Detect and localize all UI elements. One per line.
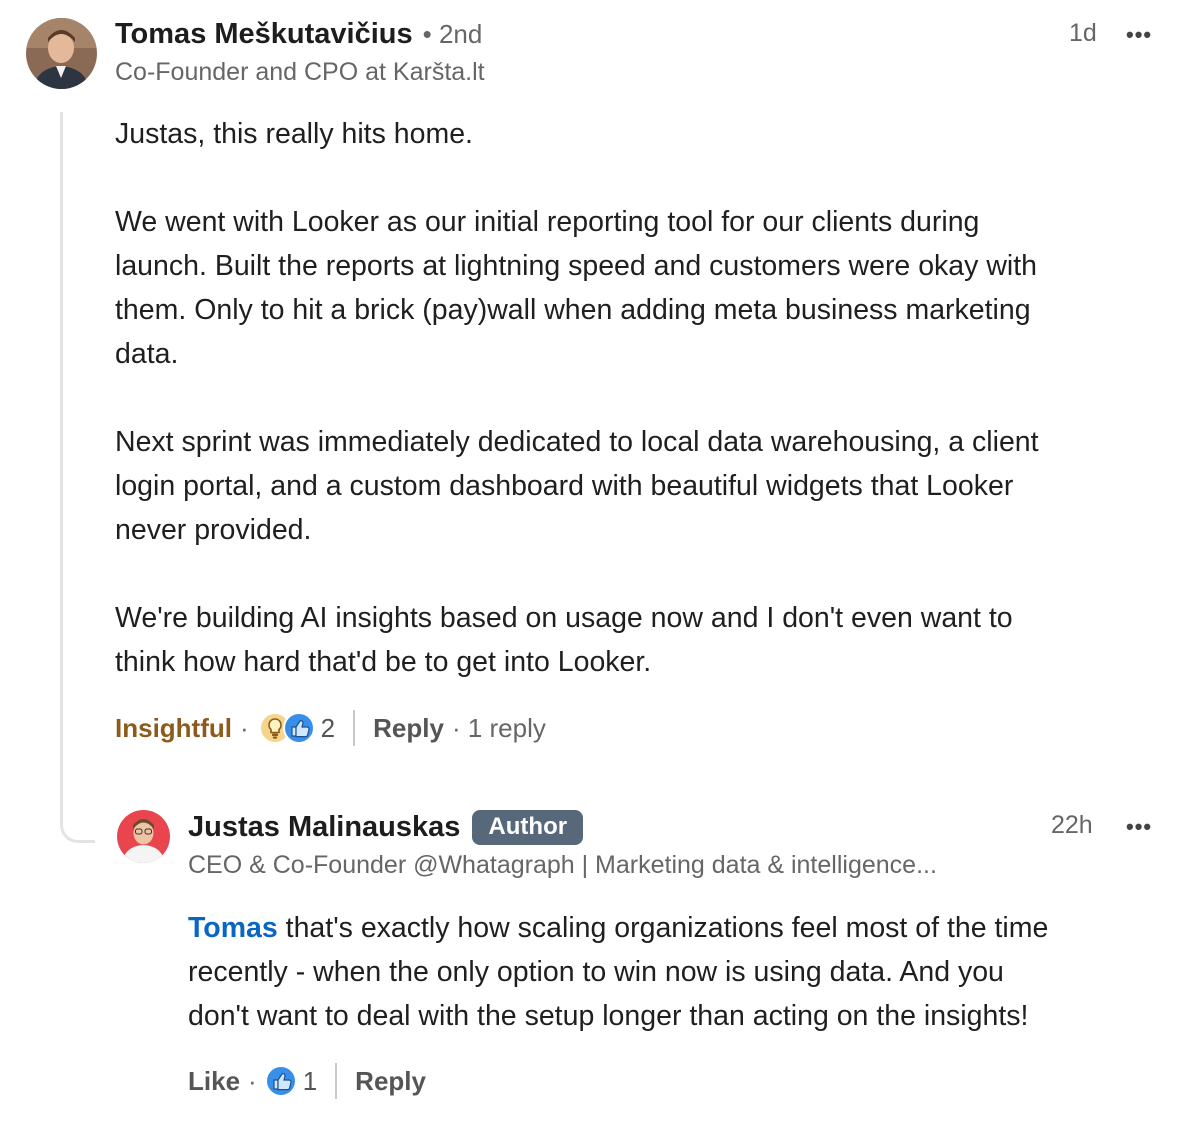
separator-dot: · xyxy=(248,1065,257,1096)
person-avatar-icon xyxy=(117,810,170,863)
like-button[interactable]: Like xyxy=(188,1066,240,1097)
reply-header: Justas Malinauskas Author xyxy=(188,810,584,845)
reply-author-name[interactable]: Justas Malinauskas xyxy=(188,811,460,844)
commenter-name[interactable]: Tomas Meškutavičius xyxy=(115,18,413,51)
reply-button[interactable]: Reply xyxy=(355,1066,426,1097)
reply-text: that's exactly how scaling organizations… xyxy=(277,912,1049,944)
comment-timestamp: 1d xyxy=(1069,19,1097,47)
mention-link[interactable]: Tomas xyxy=(188,912,278,944)
more-options-icon[interactable]: ••• xyxy=(1126,814,1152,840)
comment-line: We're building AI insights based on usag… xyxy=(115,602,1013,634)
connection-degree: • 2nd xyxy=(422,19,483,49)
comment-line: data. xyxy=(115,338,179,370)
comment-line: launch. Built the reports at lightning s… xyxy=(115,250,1038,282)
comment-line: Justas, this really hits home. xyxy=(115,118,473,150)
reply-line: don't want to deal with the setup longer… xyxy=(188,1000,1029,1032)
person-avatar-icon xyxy=(26,18,97,89)
reply-author-avatar[interactable] xyxy=(117,810,170,863)
reply-body: Tomas that's exactly how scaling organiz… xyxy=(188,906,1178,1038)
reply-timestamp: 22h xyxy=(1051,811,1093,839)
comment-line: login portal, and a custom dashboard wit… xyxy=(115,470,1014,502)
thumbs-up-icon xyxy=(282,712,315,744)
comment-line: them. Only to hit a brick (pay)wall when… xyxy=(115,294,1031,326)
reaction-count[interactable]: 1 xyxy=(303,1066,317,1097)
commenter-avatar[interactable] xyxy=(26,18,97,89)
commenter-header: Tomas Meškutavičius • 2nd xyxy=(115,18,482,51)
comment-body: Justas, this really hits home. We went w… xyxy=(115,112,1175,684)
reply-line: recently - when the only option to win n… xyxy=(188,956,1004,988)
action-divider xyxy=(353,710,356,746)
comment-line: Next sprint was immediately dedicated to… xyxy=(115,426,1039,458)
action-divider xyxy=(335,1063,338,1099)
thumbs-up-icon[interactable] xyxy=(264,1065,297,1097)
commenter-headline: Co-Founder and CPO at Karšta.lt xyxy=(115,58,485,86)
more-options-icon[interactable]: ••• xyxy=(1126,22,1152,48)
thread-connector xyxy=(60,112,95,843)
comment-line: never provided. xyxy=(115,514,312,546)
reaction-count[interactable]: 2 xyxy=(321,713,335,744)
author-badge: Author xyxy=(472,810,584,845)
comment-line: think how hard that'd be to get into Loo… xyxy=(115,646,652,678)
reply-actions: Like · 1 Reply xyxy=(188,1061,426,1101)
comment-actions: Insightful · 2 Reply · 1 reply xyxy=(115,708,546,748)
reply-button[interactable]: Reply xyxy=(373,713,444,744)
separator-dot: · xyxy=(239,712,249,743)
insightful-reaction-button[interactable]: Insightful xyxy=(115,713,232,744)
reply-author-headline: CEO & Co-Founder @Whatagraph | Marketing… xyxy=(188,851,937,879)
reaction-icons[interactable] xyxy=(258,712,315,744)
replies-count-link[interactable]: · 1 reply xyxy=(452,713,546,744)
comment-line: We went with Looker as our initial repor… xyxy=(115,206,980,238)
reply-line: Tomas that's exactly how scaling organiz… xyxy=(188,906,1178,950)
